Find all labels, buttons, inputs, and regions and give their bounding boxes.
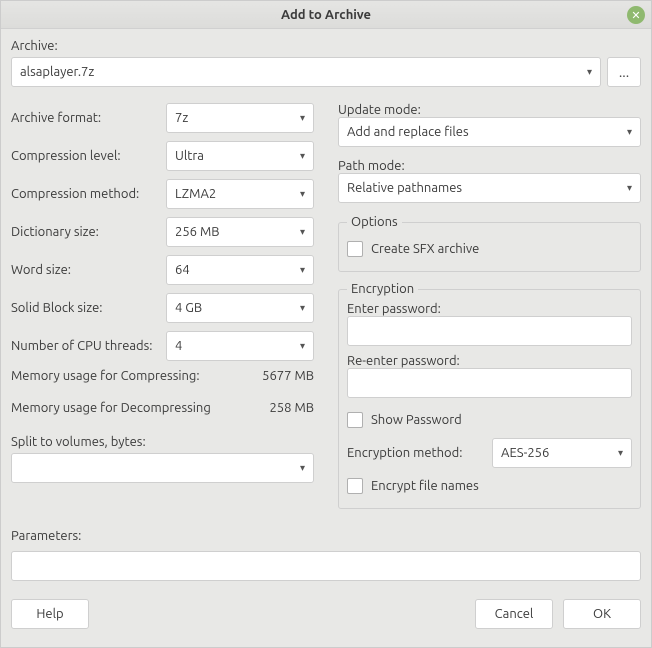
compression-level-label: Compression level: bbox=[11, 149, 166, 163]
path-mode-select[interactable]: Relative pathnames ▾ bbox=[338, 173, 641, 203]
options-fieldset: Options Create SFX archive bbox=[338, 215, 641, 272]
split-volumes-section: Split to volumes, bytes: ▾ bbox=[11, 435, 314, 483]
encrypt-file-names-label: Encrypt file names bbox=[371, 479, 479, 493]
titlebar: Add to Archive ✕ bbox=[1, 1, 651, 29]
button-row: Help Cancel OK bbox=[11, 599, 641, 637]
help-button-label: Help bbox=[36, 607, 63, 621]
window-title: Add to Archive bbox=[281, 8, 371, 22]
encryption-fieldset: Encryption Enter password: Re-enter pass… bbox=[338, 282, 641, 509]
solid-block-size-select[interactable]: 4 GB ▾ bbox=[166, 293, 314, 323]
path-mode-label: Path mode: bbox=[338, 159, 405, 173]
chevron-down-icon: ▾ bbox=[300, 462, 305, 474]
create-sfx-label: Create SFX archive bbox=[371, 242, 479, 256]
archive-name-value: alsaplayer.7z bbox=[20, 65, 94, 79]
memory-decompressing-value: 258 MB bbox=[269, 401, 314, 415]
compression-method-label: Compression method: bbox=[11, 187, 166, 201]
left-column: Archive format: 7z ▾ Compression level: … bbox=[11, 103, 314, 519]
chevron-down-icon: ▾ bbox=[300, 340, 305, 352]
word-size-value: 64 bbox=[175, 263, 190, 277]
update-mode-value: Add and replace files bbox=[347, 125, 469, 139]
encryption-method-label: Encryption method: bbox=[347, 446, 462, 460]
create-sfx-checkbox[interactable] bbox=[347, 241, 363, 257]
path-mode-value: Relative pathnames bbox=[347, 181, 462, 195]
cancel-button-label: Cancel bbox=[495, 607, 534, 621]
enter-password-input[interactable] bbox=[347, 316, 632, 346]
chevron-down-icon: ▾ bbox=[300, 226, 305, 238]
chevron-down-icon: ▾ bbox=[618, 447, 623, 459]
archive-format-value: 7z bbox=[175, 111, 188, 125]
encryption-method-select[interactable]: AES-256 ▾ bbox=[492, 438, 632, 468]
archive-format-label: Archive format: bbox=[11, 111, 166, 125]
show-password-label: Show Password bbox=[371, 413, 462, 427]
word-size-label: Word size: bbox=[11, 263, 166, 277]
update-mode-label: Update mode: bbox=[338, 103, 421, 117]
add-to-archive-dialog: Add to Archive ✕ Archive: alsaplayer.7z … bbox=[0, 0, 652, 648]
help-button[interactable]: Help bbox=[11, 599, 89, 629]
chevron-down-icon: ▾ bbox=[300, 112, 305, 124]
enter-password-label: Enter password: bbox=[347, 302, 441, 316]
memory-decompressing-label: Memory usage for Decompressing bbox=[11, 401, 211, 415]
parameters-input[interactable] bbox=[11, 551, 641, 581]
parameters-section: Parameters: bbox=[11, 529, 641, 581]
cancel-button[interactable]: Cancel bbox=[475, 599, 553, 629]
cpu-threads-select[interactable]: 4 ▾ bbox=[166, 331, 314, 361]
dictionary-size-select[interactable]: 256 MB ▾ bbox=[166, 217, 314, 247]
archive-name-combo[interactable]: alsaplayer.7z ▾ bbox=[11, 57, 601, 87]
columns: Archive format: 7z ▾ Compression level: … bbox=[11, 103, 641, 519]
dictionary-size-value: 256 MB bbox=[175, 225, 220, 239]
compression-method-value: LZMA2 bbox=[175, 187, 216, 201]
memory-compressing-label: Memory usage for Compressing: bbox=[11, 369, 200, 383]
compression-method-select[interactable]: LZMA2 ▾ bbox=[166, 179, 314, 209]
archive-format-select[interactable]: 7z ▾ bbox=[166, 103, 314, 133]
split-volumes-label: Split to volumes, bytes: bbox=[11, 435, 314, 449]
browse-button[interactable]: ... bbox=[607, 57, 641, 87]
encrypt-file-names-checkbox[interactable] bbox=[347, 478, 363, 494]
compression-level-select[interactable]: Ultra ▾ bbox=[166, 141, 314, 171]
update-mode-select[interactable]: Add and replace files ▾ bbox=[338, 117, 641, 147]
encryption-method-value: AES-256 bbox=[501, 446, 549, 460]
archive-input-row: alsaplayer.7z ▾ ... bbox=[11, 57, 641, 87]
close-button[interactable]: ✕ bbox=[627, 6, 645, 24]
word-size-select[interactable]: 64 ▾ bbox=[166, 255, 314, 285]
chevron-down-icon: ▾ bbox=[300, 264, 305, 276]
chevron-down-icon: ▾ bbox=[587, 66, 592, 78]
chevron-down-icon: ▾ bbox=[300, 188, 305, 200]
memory-decompressing-row: Memory usage for Decompressing 258 MB bbox=[11, 401, 314, 415]
encryption-legend: Encryption bbox=[347, 282, 418, 296]
reenter-password-label: Re-enter password: bbox=[347, 354, 460, 368]
dialog-content: Archive: alsaplayer.7z ▾ ... Archive for… bbox=[1, 29, 651, 647]
ok-button[interactable]: OK bbox=[563, 599, 641, 629]
compression-level-value: Ultra bbox=[175, 149, 204, 163]
cpu-threads-value: 4 bbox=[175, 339, 182, 353]
chevron-down-icon: ▾ bbox=[627, 182, 632, 194]
solid-block-size-label: Solid Block size: bbox=[11, 301, 166, 315]
split-volumes-combo[interactable]: ▾ bbox=[11, 453, 314, 483]
ok-button-label: OK bbox=[593, 607, 611, 621]
dictionary-size-label: Dictionary size: bbox=[11, 225, 166, 239]
chevron-down-icon: ▾ bbox=[627, 126, 632, 138]
archive-section: Archive: alsaplayer.7z ▾ ... bbox=[11, 39, 641, 87]
show-password-checkbox[interactable] bbox=[347, 412, 363, 428]
options-legend: Options bbox=[347, 215, 402, 229]
chevron-down-icon: ▾ bbox=[300, 150, 305, 162]
ellipsis-icon: ... bbox=[619, 64, 629, 80]
memory-compressing-row: Memory usage for Compressing: 5677 MB bbox=[11, 369, 314, 383]
reenter-password-input[interactable] bbox=[347, 368, 632, 398]
solid-block-size-value: 4 GB bbox=[175, 301, 202, 315]
close-icon: ✕ bbox=[631, 9, 640, 22]
right-column: Update mode: Add and replace files ▾ Pat… bbox=[338, 103, 641, 519]
memory-compressing-value: 5677 MB bbox=[262, 369, 314, 383]
parameters-label: Parameters: bbox=[11, 529, 641, 543]
cpu-threads-label: Number of CPU threads: bbox=[11, 339, 166, 353]
archive-label: Archive: bbox=[11, 39, 641, 53]
chevron-down-icon: ▾ bbox=[300, 302, 305, 314]
